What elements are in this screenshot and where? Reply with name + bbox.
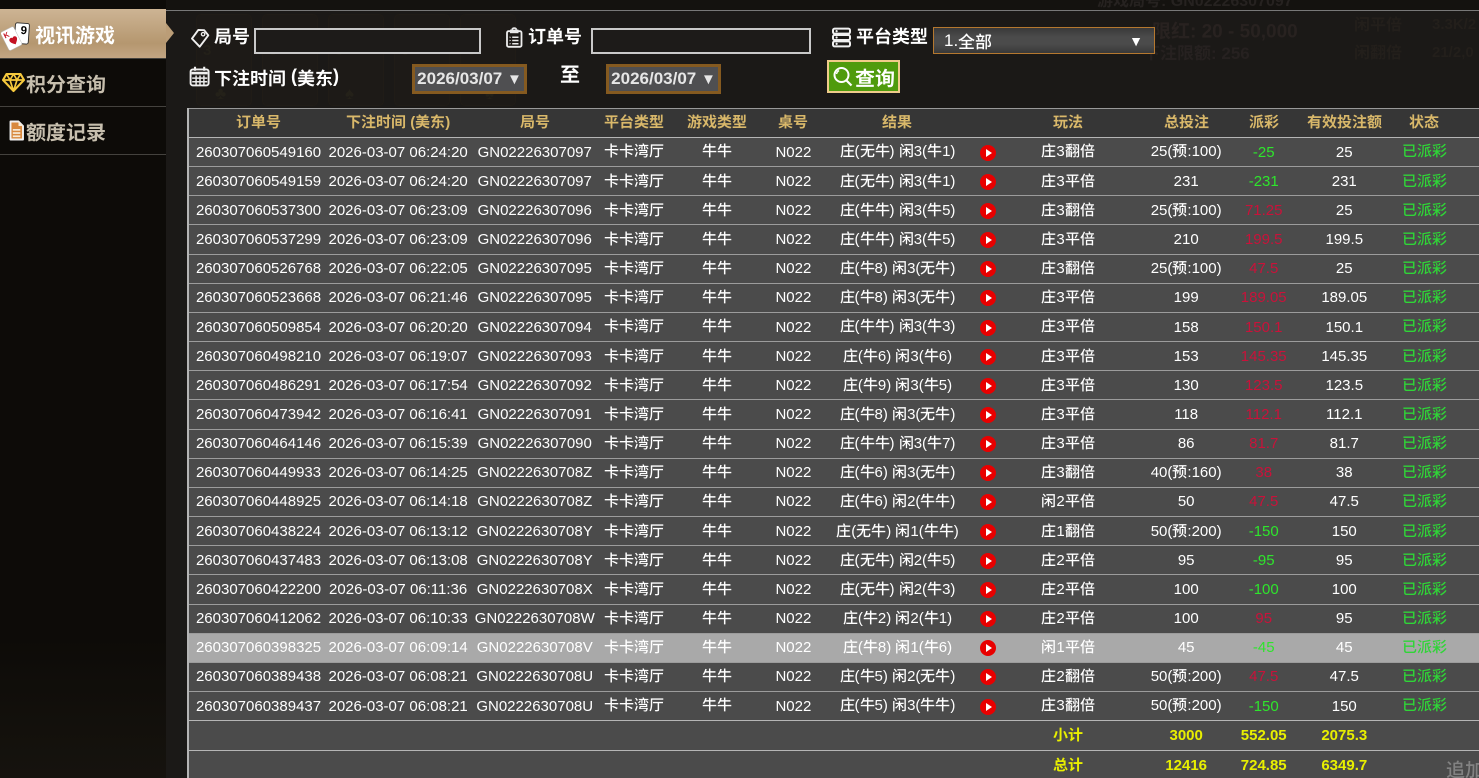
- svg-text:9: 9: [20, 24, 27, 36]
